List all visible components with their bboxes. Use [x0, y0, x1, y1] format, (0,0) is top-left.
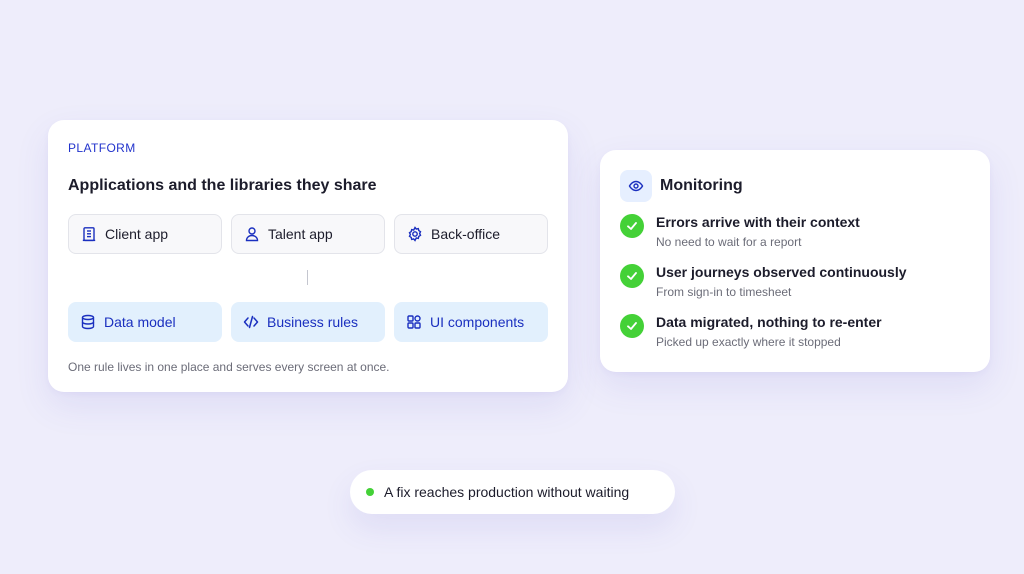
monitoring-title: Monitoring [660, 177, 743, 194]
app-chip-talent: Talent app [231, 214, 385, 254]
platform-footnote: One rule lives in one place and serves e… [68, 360, 390, 374]
eye-icon [620, 170, 652, 202]
app-chip-label: Client app [105, 226, 169, 242]
app-chip-label: Talent app [268, 226, 333, 242]
status-dot [366, 488, 374, 496]
lib-chip-label: Business rules [267, 314, 359, 330]
app-chip-back-office: Back-office [394, 214, 548, 254]
monitoring-card: Monitoring Errors arrive with their cont… [600, 150, 990, 372]
lib-chip-label: Data model [104, 314, 176, 330]
status-text: A fix reaches production without waiting [384, 484, 630, 500]
code-icon [243, 314, 259, 330]
app-chip-client: Client app [68, 214, 222, 254]
list-item: Errors arrive with their context No need… [620, 212, 970, 262]
app-chip-label: Back-office [431, 226, 500, 242]
lib-chip-data-model: Data model [68, 302, 222, 342]
status-pill: A fix reaches production without waiting [350, 470, 675, 514]
check-icon [620, 214, 644, 238]
database-icon [80, 314, 96, 330]
platform-eyebrow: PLATFORM [68, 141, 136, 155]
apps-row: Client app Talent app Back-office [68, 214, 548, 254]
check-icon [620, 314, 644, 338]
building-icon [81, 226, 97, 242]
monitoring-header: Monitoring [620, 170, 970, 202]
item-subtitle: No need to wait for a report [656, 235, 802, 249]
connector-line [307, 270, 308, 285]
grid-icon [406, 314, 422, 330]
list-item: User journeys observed continuously From… [620, 262, 970, 312]
platform-title: Applications and the libraries they shar… [68, 177, 377, 194]
monitoring-list: Errors arrive with their context No need… [620, 212, 970, 362]
check-icon [620, 264, 644, 288]
user-icon [244, 226, 260, 242]
list-item: Data migrated, nothing to re-enter Picke… [620, 312, 970, 362]
lib-chip-label: UI components [430, 314, 525, 330]
lib-chip-business-rules: Business rules [231, 302, 385, 342]
lib-chip-ui-components: UI components [394, 302, 548, 342]
platform-card: PLATFORM Applications and the libraries … [48, 120, 568, 392]
libraries-row: Data model Business rules UI components [68, 302, 548, 342]
item-subtitle: From sign-in to timesheet [656, 285, 792, 299]
item-title: User journeys observed continuously [656, 264, 907, 280]
item-title: Data migrated, nothing to re-enter [656, 314, 882, 330]
connector [68, 254, 548, 302]
item-subtitle: Picked up exactly where it stopped [656, 335, 841, 349]
gear-icon [407, 226, 423, 242]
item-title: Errors arrive with their context [656, 214, 860, 230]
